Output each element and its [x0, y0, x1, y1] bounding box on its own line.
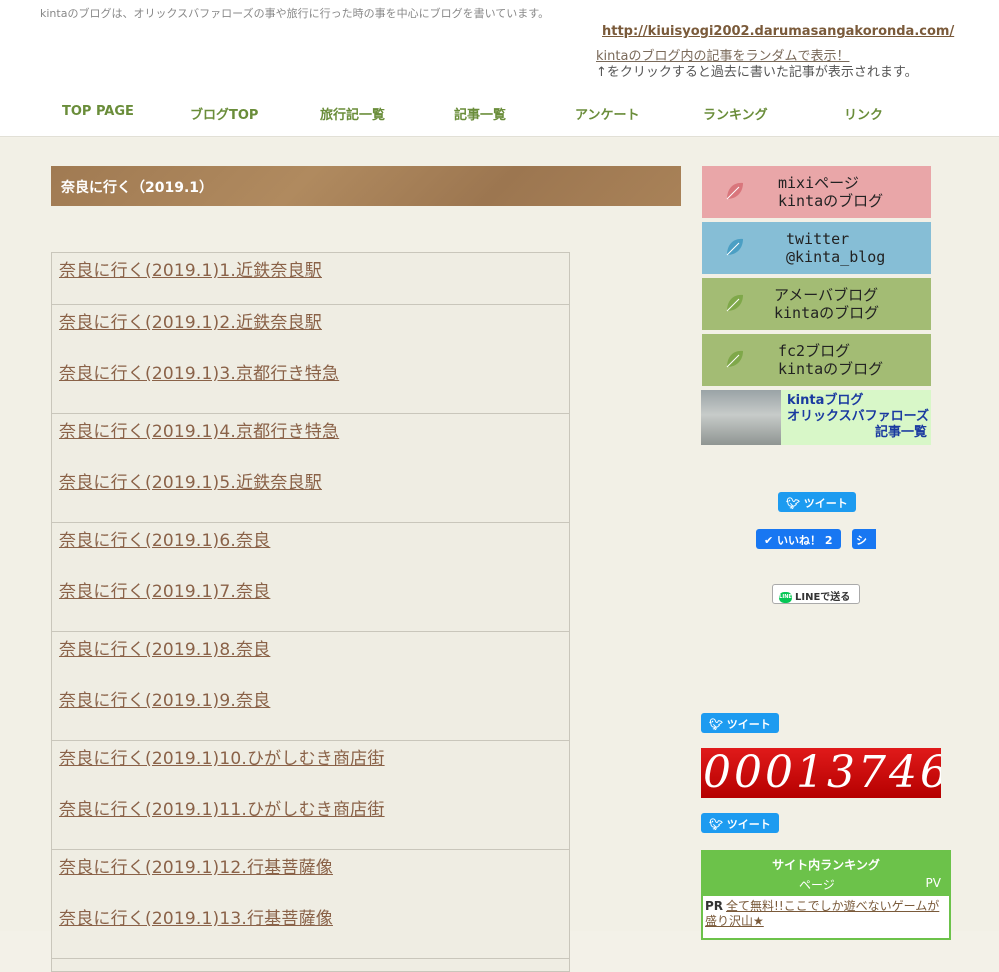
line-send-button[interactable]: LINE LINEで送る [772, 584, 860, 604]
table-row [52, 959, 569, 971]
tweet-button[interactable]: 🐦︎ ツイート [701, 713, 779, 733]
banner-line1: アメーバブログ [774, 286, 879, 304]
table-row: 奈良に行く(2019.1)4.京都行き特急 奈良に行く(2019.1)5.近鉄奈… [52, 414, 569, 523]
ranking-col-pv: PV [925, 876, 941, 890]
ranking-title: サイト内ランキング [772, 858, 880, 872]
tweet-label: ツイート [726, 818, 771, 831]
article-link[interactable]: 奈良に行く(2019.1)6.奈良 [59, 529, 562, 580]
article-link[interactable]: 奈良に行く(2019.1)4.京都行き特急 [59, 420, 562, 471]
fc2-banner[interactable]: fc2ブログ kintaのブログ [702, 334, 931, 386]
twitter-bird-icon: 🐦︎ [709, 818, 727, 831]
table-row: 奈良に行く(2019.1)10.ひがしむき商店街 奈良に行く(2019.1)11… [52, 741, 569, 850]
stadium-photo [701, 390, 781, 445]
facebook-share-button[interactable]: シェ [852, 529, 876, 549]
site-url-link[interactable]: http://kiuisyogi2002.darumasangakoronda.… [602, 24, 954, 39]
orix-line2: オリックスバファローズ [787, 409, 929, 424]
ranking-col-page: ページ [799, 878, 835, 892]
orix-article-list-banner[interactable]: kintaブログ オリックスバファローズ 記事一覧 [701, 390, 931, 445]
table-row: 奈良に行く(2019.1)12.行基菩薩像 奈良に行く(2019.1)13.行基… [52, 850, 569, 959]
line-logo-icon: LINE [779, 591, 792, 603]
like-label: いいね！ 2 [777, 534, 833, 547]
leaf-icon [726, 294, 743, 312]
facebook-like-button[interactable]: ✔ いいね！ 2 [756, 529, 841, 549]
banner-line2: kintaのブログ [774, 304, 880, 322]
mixi-banner[interactable]: mixiページ kintaのブログ [702, 166, 931, 218]
table-row: 奈良に行く(2019.1)2.近鉄奈良駅 奈良に行く(2019.1)3.京都行き… [52, 305, 569, 414]
tweet-label: ツイート [726, 718, 771, 731]
orix-line1: kintaブログ [787, 393, 864, 408]
page-title: 奈良に行く（2019.1） [51, 166, 681, 206]
tweet-label: ツイート [803, 497, 848, 510]
banner-line1: mixiページ [778, 174, 859, 192]
tweet-button[interactable]: 🐦︎ ツイート [701, 813, 779, 833]
leaf-icon [726, 238, 743, 256]
access-counter: 00013746 [701, 748, 941, 798]
article-link[interactable]: 奈良に行く(2019.1)3.京都行き特急 [59, 362, 562, 413]
article-link[interactable]: 奈良に行く(2019.1)13.行基菩薩像 [59, 907, 562, 958]
nav-travel-list[interactable]: 旅行記一覧 [320, 104, 385, 123]
table-row: 奈良に行く(2019.1)8.奈良 奈良に行く(2019.1)9.奈良 [52, 632, 569, 741]
site-header: kintaのブログは、オリックスバファローズの事や旅行に行った時の事を中心にブロ… [0, 0, 999, 137]
site-tagline: kintaのブログは、オリックスバファローズの事や旅行に行った時の事を中心にブロ… [40, 7, 550, 20]
site-ranking-widget: サイト内ランキング ページ PV PR 全て無料!!ここでしか遊べないゲームが盛り… [701, 850, 951, 940]
nav-ranking[interactable]: ランキング [703, 104, 768, 123]
twitter-bird-icon: 🐦︎ [786, 497, 804, 510]
article-link[interactable]: 奈良に行く(2019.1)9.奈良 [59, 689, 562, 740]
main-nav: TOP PAGE ブログTOP 旅行記一覧 記事一覧 アンケート ランキング リ… [32, 104, 962, 124]
nav-survey[interactable]: アンケート [575, 104, 639, 123]
article-link[interactable]: 奈良に行く(2019.1)5.近鉄奈良駅 [59, 471, 562, 522]
ranking-header: サイト内ランキング ページ PV [703, 852, 949, 896]
line-label: LINEで送る [795, 592, 851, 603]
article-link[interactable]: 奈良に行く(2019.1)10.ひがしむき商店街 [59, 747, 562, 798]
nav-links[interactable]: リンク [844, 104, 883, 123]
nav-article-list[interactable]: 記事一覧 [454, 104, 506, 123]
twitter-banner[interactable]: twitter @kinta_blog [702, 222, 931, 274]
random-article-note: ↑をクリックすると過去に書いた記事が表示されます。 [596, 65, 918, 80]
ameba-banner[interactable]: アメーバブログ kintaのブログ [702, 278, 931, 330]
nav-blog-top[interactable]: ブログTOP [190, 104, 258, 123]
banner-line1: fc2ブログ [778, 342, 851, 360]
article-link[interactable]: 奈良に行く(2019.1)1.近鉄奈良駅 [59, 259, 562, 304]
article-link[interactable]: 奈良に行く(2019.1)7.奈良 [59, 580, 562, 631]
tweet-button[interactable]: 🐦︎ ツイート [778, 492, 856, 512]
banner-line2: @kinta_blog [786, 248, 886, 266]
article-link[interactable]: 奈良に行く(2019.1)12.行基菩薩像 [59, 856, 562, 907]
banner-line1: twitter [786, 230, 850, 248]
table-row: 奈良に行く(2019.1)1.近鉄奈良駅 [52, 253, 569, 305]
ranking-pr-row: PR 全て無料!!ここでしか遊べないゲームが盛り沢山★ [703, 896, 949, 932]
nav-top-page[interactable]: TOP PAGE [62, 104, 134, 119]
article-link[interactable]: 奈良に行く(2019.1)11.ひがしむき商店街 [59, 798, 562, 849]
article-link[interactable]: 奈良に行く(2019.1)2.近鉄奈良駅 [59, 311, 562, 362]
share-label: シェ [856, 534, 867, 547]
check-icon: ✔ [764, 534, 778, 547]
leaf-icon [726, 350, 743, 368]
orix-line3: 記事一覧 [874, 425, 927, 440]
banner-line2: kintaのブログ [778, 192, 884, 210]
pr-link[interactable]: 全て無料!!ここでしか遊べないゲームが盛り沢山★ [705, 899, 939, 928]
banner-line2: kintaのブログ [778, 360, 884, 378]
twitter-bird-icon: 🐦︎ [709, 718, 727, 731]
article-link-table: 奈良に行く(2019.1)1.近鉄奈良駅 奈良に行く(2019.1)2.近鉄奈良… [51, 252, 570, 972]
leaf-icon [726, 182, 743, 200]
table-row: 奈良に行く(2019.1)6.奈良 奈良に行く(2019.1)7.奈良 [52, 523, 569, 632]
article-link[interactable]: 奈良に行く(2019.1)8.奈良 [59, 638, 562, 689]
pr-tag: PR [705, 899, 724, 913]
